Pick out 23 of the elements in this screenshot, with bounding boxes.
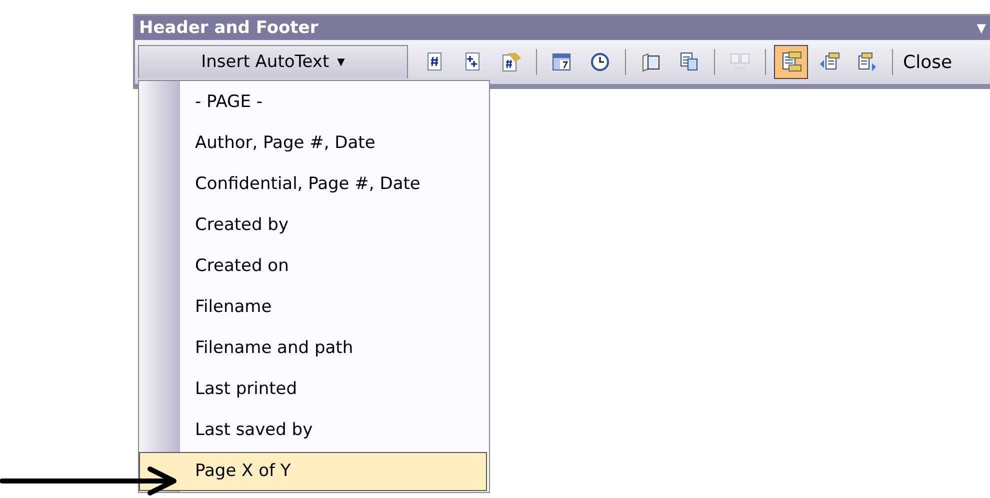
calendar-icon — [551, 51, 573, 73]
close-button[interactable]: Close — [899, 52, 956, 72]
menu-item[interactable]: Last saved by — [180, 411, 487, 450]
overlapping-pages-icon — [678, 51, 700, 73]
menu-item[interactable]: Page X of Y — [139, 452, 487, 491]
menu-item[interactable]: Author, Page #, Date — [180, 124, 487, 163]
menu-item[interactable]: Created by — [180, 206, 487, 245]
caret-icon: ▼ — [337, 56, 345, 68]
clock-icon — [589, 51, 611, 73]
menu-item[interactable]: Last printed — [180, 370, 487, 409]
insert-autotext-button[interactable]: Insert AutoText ▼ — [138, 45, 408, 79]
header-footer-icon — [780, 51, 802, 73]
book-icon — [640, 51, 662, 73]
menu-item[interactable]: - PAGE - — [180, 83, 487, 122]
menu-item[interactable]: Confidential, Page #, Date — [180, 165, 487, 204]
menu-item[interactable]: Filename — [180, 288, 487, 327]
menu-item[interactable]: Created on — [180, 247, 487, 286]
next-page-icon — [856, 51, 878, 73]
toolbar-title: Header and Footer — [139, 18, 318, 38]
toolbar-options-caret[interactable]: ▼ — [976, 21, 986, 35]
page-format-icon — [500, 51, 522, 73]
header-footer-button[interactable] — [774, 45, 808, 79]
menu-item[interactable]: Filename and path — [180, 329, 487, 368]
